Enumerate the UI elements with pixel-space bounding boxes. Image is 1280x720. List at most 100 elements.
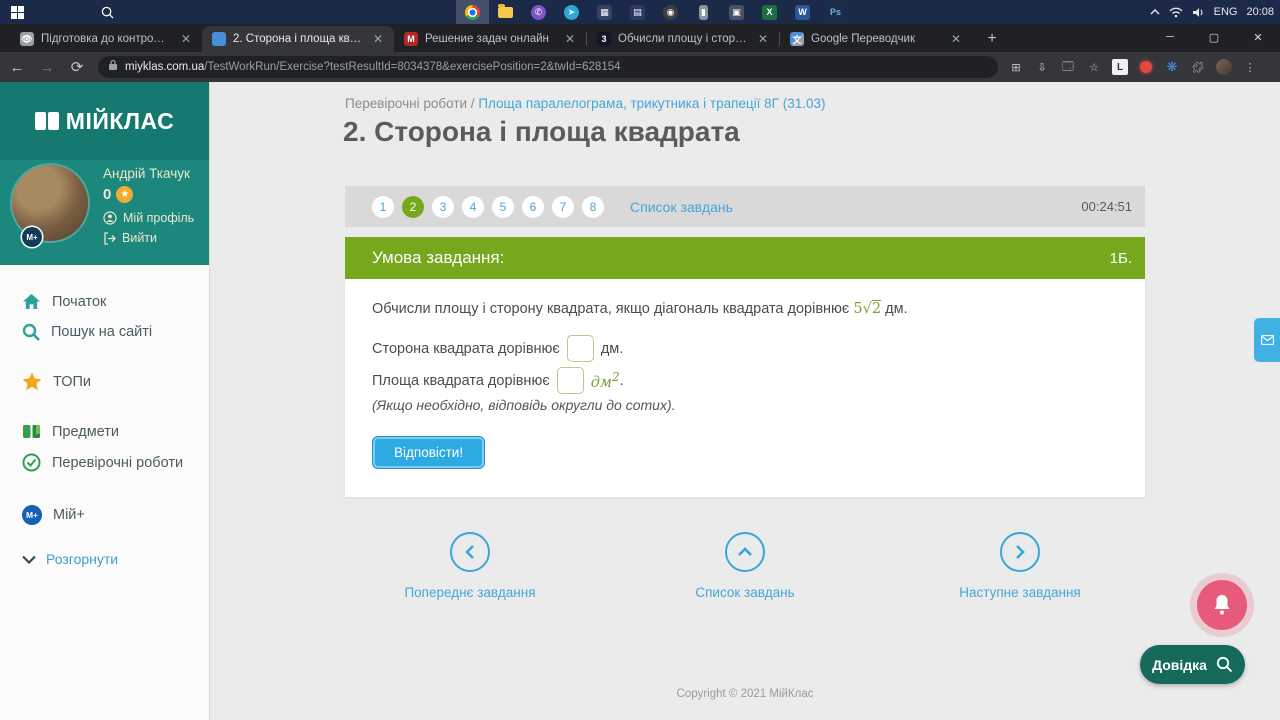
previous-task-button[interactable]: Попереднє завдання (360, 532, 580, 600)
page-title: 2. Сторона і площа квадрата (343, 116, 740, 147)
extension-snowflake-icon[interactable]: ❋ (1164, 59, 1180, 75)
task-list-button[interactable]: Список завдань (635, 532, 855, 600)
wifi-icon[interactable] (1169, 7, 1183, 18)
maximize-button[interactable]: ▢ (1192, 24, 1236, 50)
help-button[interactable]: Довідка (1140, 645, 1245, 684)
exercise-number-1[interactable]: 1 (372, 195, 394, 218)
tab-close-icon[interactable]: ✕ (948, 31, 964, 47)
taskbar-search-icon[interactable] (90, 0, 124, 24)
sidebar-item-subjects[interactable]: Предмети (22, 424, 209, 440)
sidebar-item-tops[interactable]: ТОПи (22, 372, 209, 391)
chevron-right-icon (1000, 532, 1040, 572)
logo-text: МІЙКЛАС (65, 107, 175, 134)
notifications-bell-button[interactable] (1197, 580, 1247, 630)
back-button[interactable]: ← (4, 54, 30, 80)
home-icon (23, 293, 40, 310)
apps-grid-icon[interactable]: ⊞ (1008, 59, 1024, 75)
sidebar-menu: Початок Пошук на сайті ТОПи Предмети Пер… (0, 265, 209, 567)
user-avatar[interactable]: М+ (12, 165, 88, 247)
tray-chevron-icon[interactable] (1150, 8, 1160, 16)
tab-close-icon[interactable]: ✕ (178, 31, 194, 47)
start-button[interactable] (0, 0, 34, 24)
exercise-number-3[interactable]: 3 (432, 195, 454, 218)
timer: 00:24:51 (1081, 199, 1132, 214)
exercise-number-7[interactable]: 7 (552, 195, 574, 218)
taskbar-chrome-icon[interactable] (456, 0, 489, 24)
extension-l-icon[interactable]: L (1112, 59, 1128, 75)
exercise-number-8[interactable]: 8 (582, 195, 604, 218)
side-answer-input[interactable] (566, 335, 594, 362)
sidebar-item-home[interactable]: Початок (22, 293, 209, 310)
volume-icon[interactable] (1192, 7, 1205, 18)
taskbar-utility-icon[interactable]: ◉ (654, 0, 687, 24)
screen: ✆ ➤ ▦ ▤ ◉ ▮ ▣ X W Ps ENG 20:08 👁 Підгото… (0, 0, 1280, 720)
task-list-link[interactable]: Список завдань (630, 199, 733, 215)
taskbar-camera-icon[interactable]: ▣ (720, 0, 753, 24)
taskbar-app-icon[interactable]: ▤ (621, 0, 654, 24)
user-points: 0 (103, 186, 112, 203)
sidebar-item-search[interactable]: Пошук на сайті (22, 323, 209, 341)
close-window-button[interactable]: ✕ (1236, 24, 1280, 50)
taskbar-photoshop-icon[interactable]: Ps (819, 0, 852, 24)
tab-obchysly[interactable]: 3 Обчисли площу і сторону квад ✕ (587, 26, 779, 52)
save-page-icon[interactable]: ⇩ (1034, 59, 1050, 75)
clock[interactable]: 20:08 (1246, 6, 1274, 18)
extensions-puzzle-icon[interactable]: 🧩︎ (1190, 59, 1206, 75)
tab-close-icon[interactable]: ✕ (755, 31, 771, 47)
profile-avatar-icon[interactable] (1216, 59, 1232, 75)
avatar-miyplus-badge: М+ (22, 227, 42, 247)
language-indicator[interactable]: ENG (1214, 6, 1238, 18)
tab-reshenie-zadach[interactable]: М Решение задач онлайн ✕ (394, 26, 586, 52)
forward-button[interactable]: → (34, 54, 60, 80)
exercise-number-5[interactable]: 5 (492, 195, 514, 218)
exercise-number-4[interactable]: 4 (462, 195, 484, 218)
next-task-button[interactable]: Наступне завдання (910, 532, 1130, 600)
answer-button[interactable]: Відповісти! (372, 436, 486, 469)
translate-icon[interactable]: 🗔 (1060, 59, 1076, 75)
tab-favicon (212, 32, 226, 46)
lock-icon (108, 58, 118, 76)
task-text: Обчисли площу і сторону квадрата, якщо д… (372, 300, 908, 317)
tab-close-icon[interactable]: ✕ (370, 31, 386, 47)
taskbar-photos-icon[interactable]: ▦ (588, 0, 621, 24)
browser-toolbar: ← → ⟳ miyklas.com.ua/TestWorkRun/Exercis… (0, 52, 1280, 82)
tab-close-icon[interactable]: ✕ (562, 31, 578, 47)
feedback-mail-tab[interactable] (1254, 318, 1280, 362)
tab-google-translate[interactable]: 文 Google Переводчик ✕ (780, 26, 972, 52)
logout-link[interactable]: Вийти (103, 231, 194, 245)
exercise-number-2-active[interactable]: 2 (402, 195, 424, 218)
taskbar-viber-icon[interactable]: ✆ (522, 0, 555, 24)
area-unit: дм2 (590, 370, 620, 391)
chevron-down-icon (22, 555, 36, 564)
breadcrumb-root[interactable]: Перевірочні роботи (345, 96, 467, 111)
sidebar-item-tests[interactable]: Перевірочні роботи (22, 453, 209, 472)
sidebar-expand[interactable]: Розгорнути (22, 551, 209, 567)
miyplus-icon: М+ (22, 505, 42, 525)
browser-menu-icon[interactable]: ⋮ (1242, 59, 1258, 75)
bell-icon (1214, 595, 1230, 615)
recorder-extension-icon[interactable] (1138, 59, 1154, 75)
minimize-button[interactable]: ─ (1148, 24, 1192, 50)
answer-line-side: Сторона квадрата дорівнює дм. (372, 335, 623, 362)
my-profile-link[interactable]: Мій профіль (103, 211, 194, 225)
address-bar[interactable]: miyklas.com.ua/TestWorkRun/Exercise?test… (98, 56, 998, 78)
reload-button[interactable]: ⟳ (64, 54, 90, 80)
taskbar-word-icon[interactable]: W (786, 0, 819, 24)
breadcrumb-current[interactable]: Площа паралелограма, трикутника і трапец… (478, 96, 825, 111)
area-answer-input[interactable] (556, 367, 584, 394)
tab-kontrolna[interactable]: 👁 Підготовка до контрольної роб ✕ (10, 26, 202, 52)
sidebar-item-miyplus[interactable]: М+ Мій+ (22, 505, 209, 525)
tab-storona-ploshcha[interactable]: 2. Сторона і площа квадрата ✕ (202, 26, 394, 52)
taskbar-device-icon[interactable]: ▮ (687, 0, 720, 24)
url-domain: miyklas.com.ua (125, 61, 205, 73)
taskbar-explorer-icon[interactable] (489, 0, 522, 24)
bookmark-star-icon[interactable]: ☆ (1086, 59, 1102, 75)
new-tab-button[interactable]: + (980, 30, 1004, 48)
exercise-number-6[interactable]: 6 (522, 195, 544, 218)
miyklas-logo[interactable]: МІЙКЛАС (0, 82, 209, 160)
task-condition-header: Умова завдання: 1Б. (345, 237, 1145, 279)
taskbar-excel-icon[interactable]: X (753, 0, 786, 24)
taskbar-telegram-icon[interactable]: ➤ (555, 0, 588, 24)
books-icon (23, 425, 40, 438)
url-path: /TestWorkRun/Exercise?testResultId=80343… (204, 61, 621, 73)
